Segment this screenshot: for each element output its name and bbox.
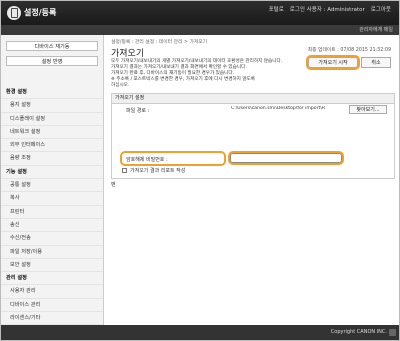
sidebar-menu: 환경 설정 용지 설정 디스플레이 설정 네트워크 설정 외부 인터페이스 음량 조정 기능… — [1, 86, 103, 340]
sidebar-item[interactable]: 디바이스 관리 — [1, 299, 103, 313]
sidebar-section-header: 기능 설정 — [1, 166, 103, 180]
report-checkbox[interactable] — [122, 168, 127, 173]
last-updated-text: 최종 업데이트 : 07/08 2015 21:32:09 — [307, 48, 391, 53]
sidebar-item[interactable]: 보안 설정 — [1, 259, 103, 273]
top-nav: 포털로 로그인 사용자 : Administrator 로그아웃 — [269, 5, 391, 13]
description: 모두 가져오기/내보내기의 개별 가져오기/내보내기의 데이터 호환성은 관리하… — [111, 59, 311, 89]
login-user-text: 로그인 사용자 : Administrator — [289, 7, 365, 13]
page-title: 가져오기 — [111, 49, 145, 59]
apply-settings-button[interactable]: 설정 반영 — [6, 56, 98, 66]
sidebar-section-header: 환경 설정 — [1, 86, 103, 100]
sidebar-item[interactable]: 라이센스/기타 — [1, 312, 103, 326]
sidebar-item[interactable]: 프린터 — [1, 206, 103, 219]
password-input[interactable] — [228, 151, 344, 165]
sub-bar: 관리자에게 메일 — [1, 25, 399, 35]
restart-device-button[interactable]: 디바이스 재기동 — [6, 41, 98, 51]
file-path-value: C:\Users\canon.smi\Desktop\for import\R — [231, 106, 326, 111]
settings-app-icon — [7, 6, 21, 20]
portal-link[interactable]: 포털로 — [269, 5, 284, 13]
top-link[interactable]: 맨 — [111, 181, 116, 188]
sidebar-item[interactable]: 음량 조정 — [1, 152, 103, 166]
sidebar-item[interactable]: 외부 인터페이스 — [1, 139, 103, 153]
report-checkbox-label: 가져오기 결과 리포트 작성 — [130, 168, 186, 174]
scroll-top-icon[interactable] — [389, 329, 396, 336]
sidebar-item[interactable]: 네트워크 설정 — [1, 126, 103, 140]
browse-button[interactable]: 찾아보기... — [349, 105, 387, 114]
sidebar-item[interactable]: 디스플레이 설정 — [1, 113, 103, 126]
footer: Copyright CANON INC. — [1, 325, 399, 340]
password-label: 암호해제 비밀번호 : — [126, 157, 168, 163]
sidebar-item[interactable]: 송신 — [1, 219, 103, 233]
sidebar-item[interactable]: 수신/전송 — [1, 232, 103, 246]
sidebar-item[interactable]: 공통 설정 — [1, 179, 103, 193]
top-bar: 설정/등록 포털로 로그인 사용자 : Administrator 로그아웃 — [1, 1, 399, 25]
section-header: 가져오기 설정 — [112, 94, 394, 104]
import-settings-section: 가져오기 설정 파일 경로 : C:\Users\canon.smi\Deskt… — [111, 93, 395, 179]
sidebar-item[interactable]: 복사 — [1, 192, 103, 206]
sidebar-item[interactable]: 용지 설정 — [1, 99, 103, 113]
main-content: 설정/등록 : 관리 설정 : 데이터 관리 > 가져오기 가져오기 최종 업데… — [105, 35, 399, 327]
app-frame: 설정/등록 포털로 로그인 사용자 : Administrator 로그아웃 관… — [0, 0, 400, 341]
mail-admin-link[interactable]: 관리자에게 메일 — [359, 26, 393, 33]
logout-link[interactable]: 로그아웃 — [371, 5, 391, 13]
copyright-text: Copyright CANON INC. — [330, 329, 387, 335]
breadcrumb: 설정/등록 : 관리 설정 : 데이터 관리 > 가져오기 — [111, 40, 208, 45]
app-title: 설정/등록 — [24, 8, 57, 17]
sidebar-item[interactable]: 파일 저장/이용 — [1, 246, 103, 259]
description-line: 하십시오. — [111, 83, 130, 89]
start-import-button[interactable]: 가져오기 시작 — [306, 55, 360, 70]
file-path-label: 파일 경로 : — [126, 108, 150, 114]
cancel-button[interactable]: 취소 — [361, 57, 391, 68]
sidebar-section-header: 관리 설정 — [1, 272, 103, 286]
sidebar-item[interactable]: 사용자 관리 — [1, 285, 103, 299]
sidebar: 디바이스 재기동 설정 반영 환경 설정 용지 설정 디스플레이 설정 네트워크 설정… — [1, 35, 104, 339]
